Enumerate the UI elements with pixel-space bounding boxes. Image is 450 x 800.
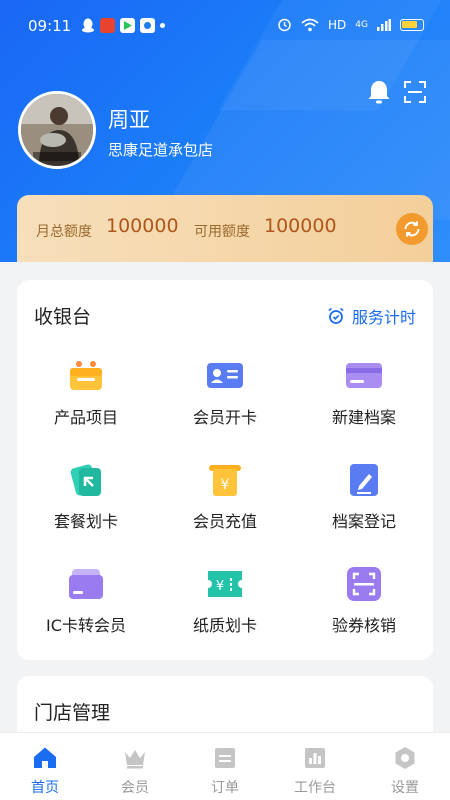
crown-icon [125,750,145,769]
tab-label: 首页 [31,780,59,796]
tab-settings[interactable]: 设置 [360,733,450,800]
tab-label: 会员 [121,780,149,796]
paper-card-icon: ¥ [208,571,242,597]
alarm-clock-icon [328,307,344,324]
grid-item-label: 套餐划卡 [53,512,118,531]
video-app-icon [120,18,135,33]
user-name: 周亚 [108,108,150,132]
service-timer-button[interactable]: 服务计时 [327,304,416,328]
grid-item-label: 新建档案 [331,408,396,427]
status-bar: 09:11 HD 4G [0,0,450,54]
grid-item-new-file[interactable]: 新建档案 [295,358,433,448]
tab-label: 设置 [391,780,419,796]
tab-workbench[interactable]: 工作台 [270,733,360,800]
tab-order[interactable]: 订单 [180,733,270,800]
grid-item-label: 纸质划卡 [192,616,257,635]
tab-label: 订单 [211,780,239,796]
tab-member[interactable]: 会员 [90,733,180,800]
scan-icon[interactable] [403,80,427,104]
header-banner: 09:11 HD 4G 周亚 思康足道承包店 月总额度 100000 可用额度 … [0,0,450,262]
coupon-scan-icon [347,567,381,601]
grid-item-label: 会员开卡 [192,408,257,427]
signal-icon [377,18,391,31]
alarm-icon [278,18,291,32]
grid-item-label: 产品项目 [53,408,118,427]
cashier-card: 收银台 服务计时 产品项目 会员开卡 新建档案 套餐划卡 ¥ 会员充值 档案登记… [17,280,433,660]
grid-item-label: IC卡转会员 [46,616,126,635]
cashier-title: 收银台 [34,306,92,328]
available-quota-value: 100000 [264,215,337,237]
grid-item-member-recharge[interactable]: ¥ 会员充值 [156,462,294,552]
wifi-icon [301,18,319,31]
battery-icon [400,18,424,31]
store-management-title: 门店管理 [34,702,111,724]
status-time: 09:11 [28,17,72,35]
grid-item-label: 档案登记 [331,512,396,531]
bell-icon[interactable] [366,79,392,105]
store-name: 思康足道承包店 [108,141,214,159]
grid-item-label: 验券核销 [331,616,396,635]
order-icon [215,748,235,768]
card-icon [346,363,382,388]
svg-text:¥: ¥ [221,477,230,493]
monthly-quota-label: 月总额度 [36,224,92,240]
quota-card: 月总额度 100000 可用额度 100000 [17,195,433,262]
basket-icon [70,361,102,390]
grid-item-paper-swipe[interactable]: ¥ 纸质划卡 [156,566,294,656]
workbench-icon [305,748,325,768]
grid-item-ic-to-member[interactable]: IC卡转会员 [17,566,155,656]
grid-item-package-swipe[interactable]: 套餐划卡 [17,462,155,552]
swipe-card-icon [70,464,101,496]
app-icon [100,18,115,33]
network-type: HD [328,17,347,32]
edit-icon [350,464,378,496]
available-quota-label: 可用额度 [194,224,250,240]
avatar[interactable] [18,91,96,169]
monthly-quota-value: 100000 [106,215,179,237]
grid-item-product[interactable]: 产品项目 [17,358,155,448]
refresh-button[interactable] [396,213,428,245]
tab-label: 工作台 [294,780,336,796]
refresh-icon [404,221,420,237]
grid-item-file-register[interactable]: 档案登记 [295,462,433,552]
service-timer-label: 服务计时 [351,308,416,327]
tab-home[interactable]: 首页 [0,733,90,800]
app-icon [140,18,155,33]
recharge-icon: ¥ [209,465,241,496]
grid-item-label: 会员充值 [192,512,257,531]
signal-type: 4G [355,19,368,30]
settings-icon [395,747,415,769]
id-card-icon [207,363,243,388]
grid-item-member-open-card[interactable]: 会员开卡 [156,358,294,448]
grid-item-coupon-verify[interactable]: 验券核销 [295,566,433,656]
ic-card-icon [69,569,103,599]
bottom-tabbar: 首页 会员 订单 工作台 设置 [0,732,450,800]
qq-icon [80,18,95,33]
home-icon [34,747,56,768]
svg-text:¥: ¥ [216,579,224,594]
